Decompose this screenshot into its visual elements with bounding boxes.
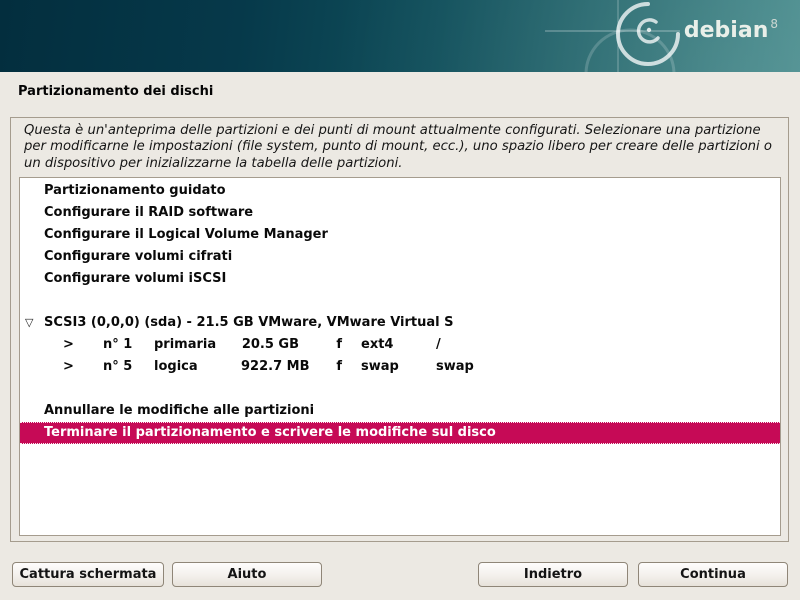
page-title: Partizionamento dei dischi [18, 84, 213, 99]
partition-number: n° 5 [103, 356, 154, 377]
list-item-partition-1[interactable]: >n° 1primaria20.5 GBf ext4/ [20, 334, 780, 356]
partition-filesystem: swap [361, 356, 436, 377]
brand-version: 8 [770, 17, 778, 31]
list-item-configure-iscsi[interactable]: Configurare volumi iSCSI [20, 268, 780, 290]
brand-wordmark: debian8 [684, 17, 778, 43]
partition-mountpoint: swap [436, 356, 474, 377]
disk-label: SCSI3 (0,0,0) (sda) - 21.5 GB VMware, VM… [44, 315, 453, 330]
continue-button[interactable]: Continua [638, 562, 788, 587]
help-button[interactable]: Aiuto [172, 562, 322, 587]
partition-format-flag: f [299, 334, 342, 355]
partition-size: 922.7 MB [241, 356, 299, 377]
partition-type: primaria [154, 334, 241, 355]
partition-format-flag: f [299, 356, 342, 377]
partition-listbox[interactable]: Partizionamento guidato Configurare il R… [19, 177, 781, 536]
brand-name: debian [684, 18, 768, 43]
list-item-configure-raid[interactable]: Configurare il RAID software [20, 202, 780, 224]
screenshot-button[interactable]: Cattura schermata [12, 562, 164, 587]
list-item-disk-sda[interactable]: ▽SCSI3 (0,0,0) (sda) - 21.5 GB VMware, V… [20, 312, 780, 334]
expander-down-icon[interactable]: ▽ [25, 312, 44, 333]
partition-mountpoint: / [436, 334, 441, 355]
header-banner: debian8 [0, 0, 800, 72]
list-item-configure-encrypted[interactable]: Configurare volumi cifrati [20, 246, 780, 268]
partition-number: n° 1 [103, 334, 154, 355]
partition-type: logica [154, 356, 241, 377]
list-item-configure-lvm[interactable]: Configurare il Logical Volume Manager [20, 224, 780, 246]
list-item-partition-5[interactable]: >n° 5logica922.7 MBfswapswap [20, 356, 780, 378]
back-button[interactable]: Indietro [478, 562, 628, 587]
question-frame: Questa è un'anteprima delle partizioni e… [10, 117, 789, 542]
list-item-finish-partitioning[interactable]: Terminare il partizionamento e scrivere … [20, 422, 780, 444]
list-item-guided-partitioning[interactable]: Partizionamento guidato [20, 180, 780, 202]
list-spacer [20, 378, 780, 400]
child-marker-icon: > [63, 334, 103, 355]
list-spacer [20, 290, 780, 312]
partition-size: 20.5 GB [241, 334, 299, 355]
list-item-undo-changes[interactable]: Annullare le modifiche alle partizioni [20, 400, 780, 422]
child-marker-icon: > [63, 356, 103, 377]
description-text: Questa è un'anteprima delle partizioni e… [24, 123, 775, 172]
partition-filesystem: ext4 [361, 334, 436, 355]
